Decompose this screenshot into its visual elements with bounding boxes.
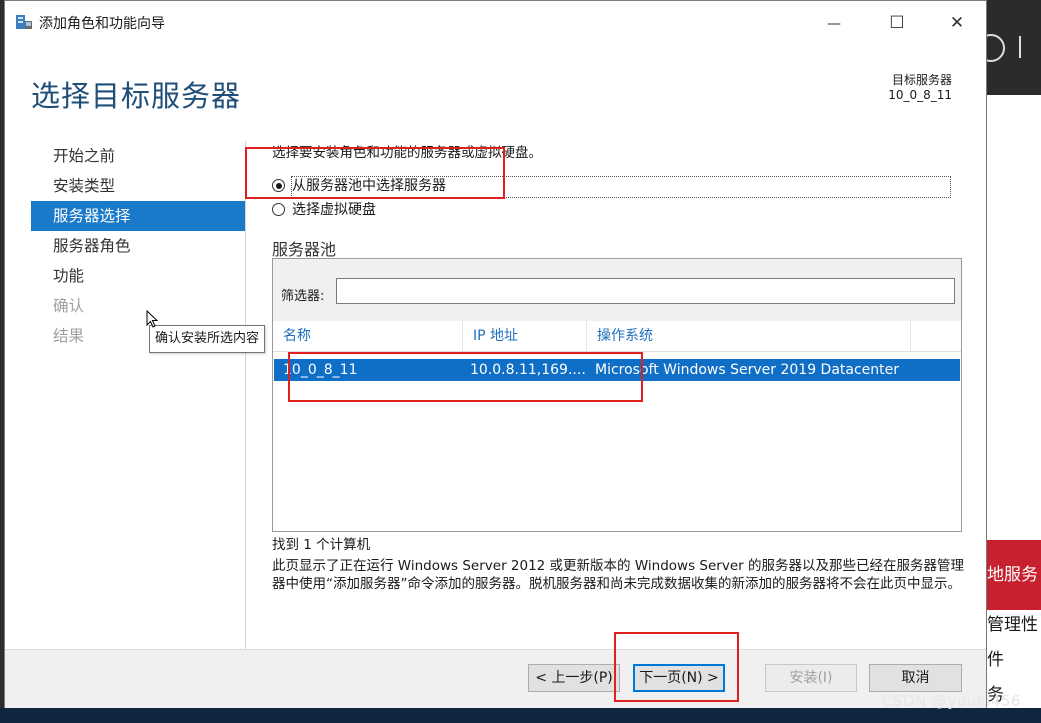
background-text: 管理性 (987, 615, 1038, 635)
filter-bar: 筛选器: (273, 259, 961, 322)
nav-item-features[interactable]: 功能 (31, 261, 245, 291)
radio-unselected-icon[interactable] (272, 203, 285, 216)
nav-divider (245, 141, 246, 661)
wizard-footer: < 上一步(P) 下一页(N) > 安装(I) 取消 (5, 649, 986, 708)
column-header-ip[interactable]: IP 地址 (463, 321, 587, 351)
background-banner: 地服务 (987, 540, 1041, 610)
install-button: 安装(I) (765, 664, 857, 692)
tooltip: 确认安装所选内容 (149, 325, 266, 353)
maximize-button[interactable]: ☐ (874, 1, 920, 45)
cell-operating-system: Microsoft Windows Server 2019 Datacenter (595, 362, 900, 378)
nav-item-before-you-begin[interactable]: 开始之前 (31, 141, 245, 171)
nav-item-server-roles[interactable]: 服务器角色 (31, 231, 245, 261)
radio-virtual-disk[interactable]: 选择虚拟硬盘 (272, 199, 376, 221)
column-header-name[interactable]: 名称 (273, 321, 463, 351)
close-button[interactable]: ✕ (934, 1, 980, 45)
destination-server-info: 目标服务器 10_0_8_11 (888, 73, 952, 103)
filter-label: 筛选器: (281, 289, 325, 304)
minimize-icon: — (827, 16, 841, 32)
window-title: 添加角色和功能向导 (39, 16, 165, 32)
filter-input[interactable] (336, 278, 955, 304)
title-bar: 添加角色和功能向导 — ☐ ✕ (5, 1, 986, 45)
nav-item-confirmation: 确认 (53, 297, 85, 315)
column-header-os[interactable]: 操作系统 (587, 321, 911, 351)
server-list-header: 名称 IP 地址 操作系统 (273, 321, 961, 352)
radio-virtual-disk-label: 选择虚拟硬盘 (292, 202, 376, 218)
close-icon: ✕ (949, 13, 965, 33)
annotation-box-server-pool-option (245, 147, 505, 199)
nav-item-installation-type[interactable]: 安装类型 (31, 171, 245, 201)
page-title: 选择目标服务器 (31, 79, 242, 113)
watermark: CSDN @yuuki456 (882, 692, 1021, 710)
background-window: 管理性 件 务 (987, 0, 1041, 723)
server-pool-heading: 服务器池 (272, 240, 337, 259)
maximize-icon: ☐ (889, 13, 905, 33)
wizard-app-icon (16, 15, 32, 29)
destination-label: 目标服务器 (891, 73, 952, 87)
taskbar (0, 708, 1041, 723)
description-text: 此页显示了正在运行 Windows Server 2012 或更新版本的 Win… (272, 558, 964, 592)
refresh-icon (987, 34, 1021, 62)
background-toolbar (987, 0, 1041, 95)
annotation-box-server-row (288, 352, 643, 402)
cancel-button[interactable]: 取消 (869, 664, 962, 692)
annotation-box-next-button (614, 632, 739, 702)
destination-value: 10_0_8_11 (888, 88, 952, 102)
found-count: 找到 1 个计算机 (272, 537, 371, 553)
nav-item-server-selection[interactable]: 服务器选择 (31, 201, 245, 231)
mouse-cursor-icon (146, 310, 159, 328)
minimize-button[interactable]: — (811, 1, 857, 45)
background-text: 件 (987, 650, 1004, 670)
wizard-header: 选择目标服务器 目标服务器 10_0_8_11 (5, 45, 986, 125)
previous-button[interactable]: < 上一步(P) (528, 664, 620, 692)
